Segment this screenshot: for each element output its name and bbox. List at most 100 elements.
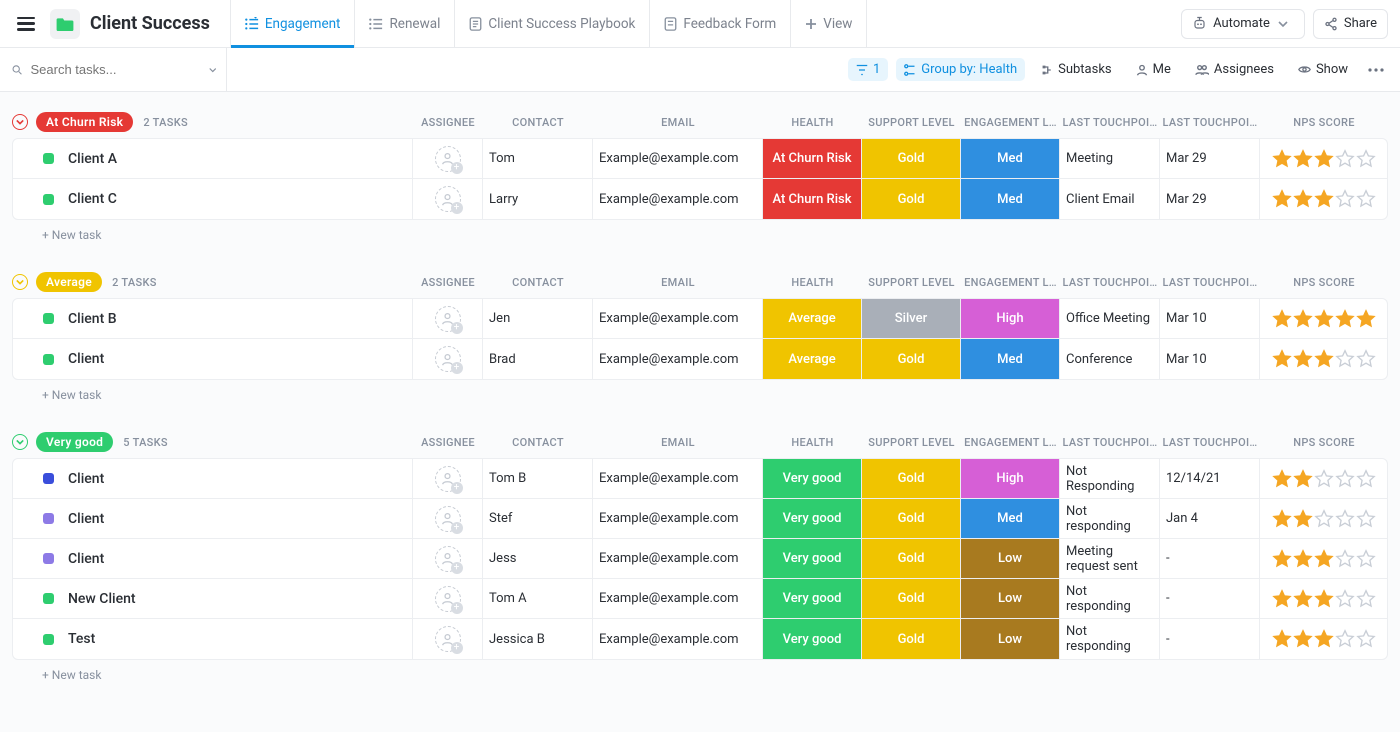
col-assignee[interactable]: ASSIGNEE — [413, 276, 483, 289]
cell-health[interactable]: At Churn Risk — [762, 179, 861, 219]
cell-assignee[interactable] — [412, 459, 482, 498]
cell-touchpoint[interactable]: Not responding — [1059, 579, 1159, 618]
col-engagement[interactable]: ENGAGEMENT L… — [961, 436, 1060, 449]
avatar-placeholder[interactable] — [435, 546, 461, 572]
cell-contact[interactable]: Stef — [482, 499, 592, 538]
cell-engagement[interactable]: Low — [960, 579, 1059, 618]
cell-nps[interactable] — [1259, 579, 1387, 618]
cell-engagement[interactable]: Med — [960, 179, 1059, 219]
col-contact[interactable]: CONTACT — [483, 436, 593, 449]
cell-contact[interactable]: Tom A — [482, 579, 592, 618]
cell-touchpoint-date[interactable]: Mar 29 — [1159, 179, 1259, 219]
groupby-button[interactable]: Group by: Health — [896, 58, 1025, 81]
automate-button[interactable]: Automate — [1181, 9, 1305, 39]
avatar-placeholder[interactable] — [435, 586, 461, 612]
col-nps[interactable]: NPS SCORE — [1260, 276, 1388, 289]
cell-health[interactable]: Average — [762, 299, 861, 338]
tab-playbook[interactable]: Client Success Playbook — [455, 0, 650, 47]
collapse-button[interactable] — [12, 434, 28, 450]
more-button[interactable] — [1364, 59, 1388, 81]
col-email[interactable]: EMAIL — [593, 116, 763, 129]
cell-email[interactable]: Example@example.com — [592, 459, 762, 498]
task-name[interactable]: Client C — [68, 191, 117, 207]
cell-assignee[interactable] — [412, 339, 482, 379]
cell-health[interactable]: Average — [762, 339, 861, 379]
cell-contact[interactable]: Brad — [482, 339, 592, 379]
status-indicator[interactable] — [43, 153, 54, 164]
chevron-down-icon[interactable] — [209, 65, 217, 75]
task-name[interactable]: New Client — [68, 591, 136, 607]
cell-contact[interactable]: Jess — [482, 539, 592, 578]
new-task-button[interactable]: + New task — [12, 220, 1388, 250]
cell-email[interactable]: Example@example.com — [592, 619, 762, 659]
cell-touchpoint[interactable]: Conference — [1059, 339, 1159, 379]
me-button[interactable]: Me — [1128, 58, 1179, 81]
task-name[interactable]: Client — [68, 551, 104, 567]
col-engagement[interactable]: ENGAGEMENT L… — [961, 116, 1060, 129]
collapse-button[interactable] — [12, 274, 28, 290]
status-indicator[interactable] — [43, 194, 54, 205]
cell-touchpoint[interactable]: Client Email — [1059, 179, 1159, 219]
col-assignee[interactable]: ASSIGNEE — [413, 436, 483, 449]
cell-email[interactable]: Example@example.com — [592, 139, 762, 178]
tab-renewal[interactable]: Renewal — [355, 0, 455, 47]
cell-nps[interactable] — [1259, 539, 1387, 578]
cell-touchpoint[interactable]: Office Meeting — [1059, 299, 1159, 338]
table-row[interactable]: Test Jessica B Example@example.com Very … — [13, 619, 1387, 659]
cell-touchpoint-date[interactable]: - — [1159, 619, 1259, 659]
avatar-placeholder[interactable] — [435, 506, 461, 532]
cell-health[interactable]: Very good — [762, 579, 861, 618]
col-support[interactable]: SUPPORT LEVEL — [862, 276, 961, 289]
task-name[interactable]: Client B — [68, 311, 117, 327]
table-row[interactable]: Client Tom B Example@example.com Very go… — [13, 459, 1387, 499]
cell-touchpoint-date[interactable]: - — [1159, 579, 1259, 618]
col-touchpoint-date[interactable]: LAST TOUCHPOI… — [1160, 116, 1260, 129]
cell-email[interactable]: Example@example.com — [592, 339, 762, 379]
col-support[interactable]: SUPPORT LEVEL — [862, 436, 961, 449]
cell-email[interactable]: Example@example.com — [592, 179, 762, 219]
menu-button[interactable] — [12, 10, 40, 38]
tab-engagement[interactable]: Engagement — [230, 0, 356, 47]
cell-contact[interactable]: Jen — [482, 299, 592, 338]
col-assignee[interactable]: ASSIGNEE — [413, 116, 483, 129]
col-contact[interactable]: CONTACT — [483, 276, 593, 289]
status-indicator[interactable] — [43, 593, 54, 604]
table-row[interactable]: Client C Larry Example@example.com At Ch… — [13, 179, 1387, 219]
group-pill[interactable]: Average — [36, 272, 102, 292]
col-touchpoint[interactable]: LAST TOUCHPOI… — [1060, 436, 1160, 449]
avatar-placeholder[interactable] — [435, 186, 461, 212]
col-touchpoint-date[interactable]: LAST TOUCHPOI… — [1160, 276, 1260, 289]
cell-engagement[interactable]: High — [960, 459, 1059, 498]
cell-contact[interactable]: Tom — [482, 139, 592, 178]
col-touchpoint[interactable]: LAST TOUCHPOI… — [1060, 116, 1160, 129]
table-row[interactable]: Client A Tom Example@example.com At Chur… — [13, 139, 1387, 179]
cell-engagement[interactable]: Med — [960, 339, 1059, 379]
cell-contact[interactable]: Tom B — [482, 459, 592, 498]
table-row[interactable]: Client B Jen Example@example.com Average… — [13, 299, 1387, 339]
group-pill[interactable]: At Churn Risk — [36, 112, 133, 132]
cell-assignee[interactable] — [412, 579, 482, 618]
status-indicator[interactable] — [43, 513, 54, 524]
collapse-button[interactable] — [12, 114, 28, 130]
cell-engagement[interactable]: Low — [960, 539, 1059, 578]
col-email[interactable]: EMAIL — [593, 276, 763, 289]
status-indicator[interactable] — [43, 354, 54, 365]
cell-health[interactable]: At Churn Risk — [762, 139, 861, 178]
cell-email[interactable]: Example@example.com — [592, 499, 762, 538]
cell-touchpoint-date[interactable]: Mar 10 — [1159, 299, 1259, 338]
task-name[interactable]: Client A — [68, 151, 117, 167]
cell-support[interactable]: Gold — [861, 459, 960, 498]
col-touchpoint[interactable]: LAST TOUCHPOI… — [1060, 276, 1160, 289]
task-name[interactable]: Client — [68, 471, 104, 487]
task-name[interactable]: Client — [68, 511, 104, 527]
cell-email[interactable]: Example@example.com — [592, 579, 762, 618]
cell-engagement[interactable]: Med — [960, 139, 1059, 178]
group-pill[interactable]: Very good — [36, 432, 113, 452]
col-contact[interactable]: CONTACT — [483, 116, 593, 129]
cell-assignee[interactable] — [412, 539, 482, 578]
show-button[interactable]: Show — [1290, 58, 1356, 81]
avatar-placeholder[interactable] — [435, 146, 461, 172]
search-input[interactable] — [29, 61, 209, 78]
cell-touchpoint-date[interactable]: Mar 29 — [1159, 139, 1259, 178]
cell-touchpoint[interactable]: Not responding — [1059, 619, 1159, 659]
